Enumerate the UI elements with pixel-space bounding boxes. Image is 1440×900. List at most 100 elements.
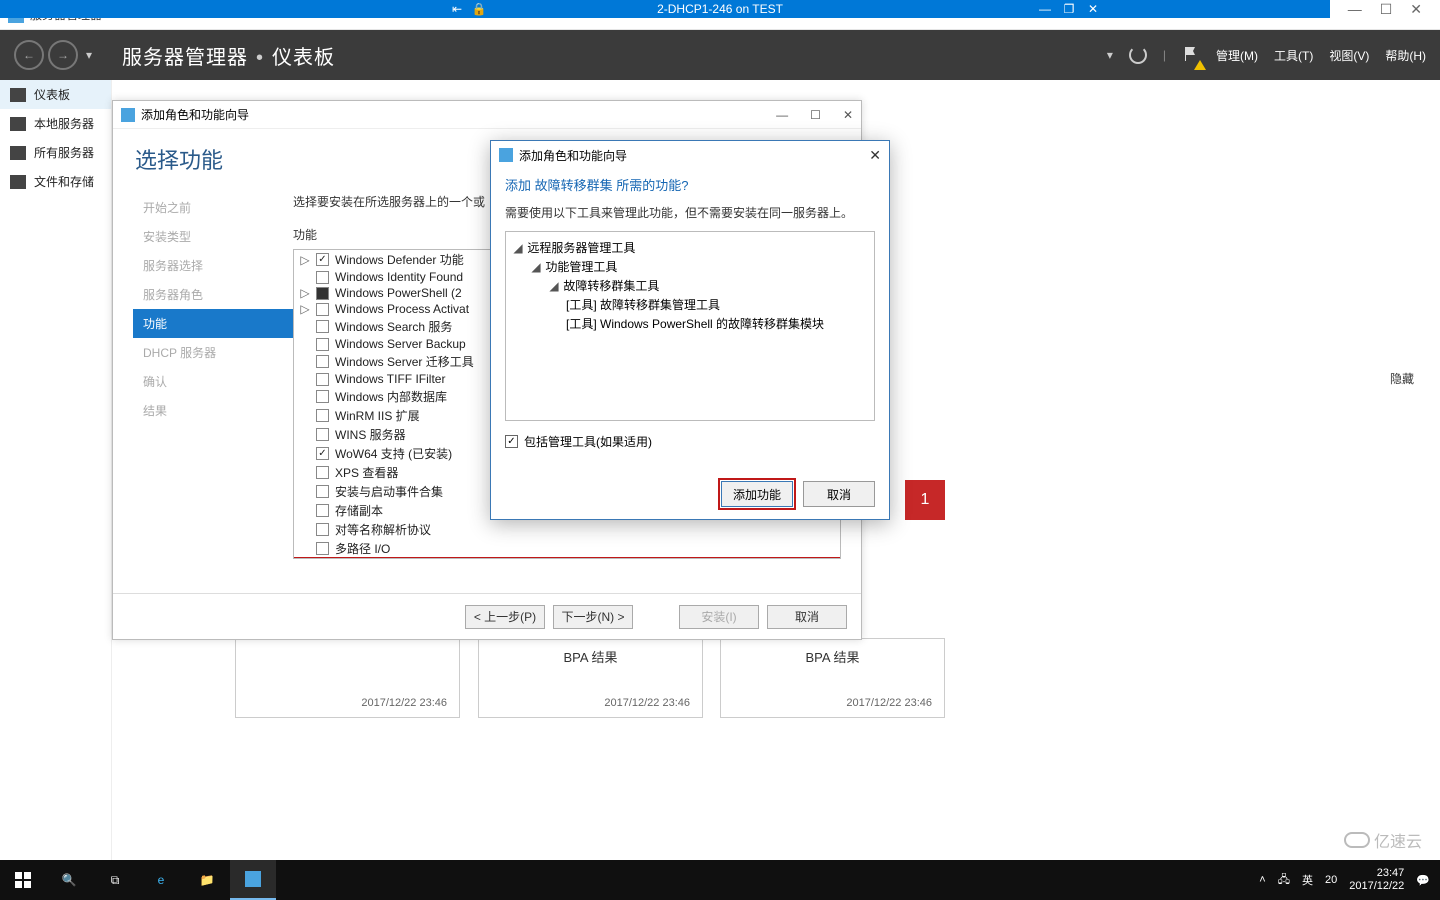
checkbox-icon[interactable]	[316, 390, 329, 403]
ime-lang[interactable]: 英	[1302, 872, 1313, 888]
vm-restore-icon[interactable]: ❐	[1062, 2, 1076, 16]
feature-row[interactable]: 故障转移群集	[294, 558, 840, 559]
checkbox-icon[interactable]	[316, 485, 329, 498]
tree-node[interactable]: ◢ 远程服务器管理工具	[512, 238, 868, 257]
checkbox-icon[interactable]	[316, 428, 329, 441]
tree-node[interactable]: [工具] 故障转移群集管理工具	[512, 295, 868, 314]
wizard-next-button[interactable]: 下一步(N) >	[553, 605, 633, 629]
vm-close-icon[interactable]: ✕	[1086, 2, 1100, 16]
hide-button[interactable]: 隐藏	[1390, 370, 1414, 387]
host-window-controls: — ☐ ✕	[1330, 0, 1440, 18]
expander-icon[interactable]: ▷	[300, 253, 310, 267]
tray-network-icon[interactable]: 🖧	[1278, 871, 1290, 890]
feature-label: WoW64 支持 (已安装)	[335, 445, 452, 462]
wizard-close-icon[interactable]: ✕	[843, 108, 853, 122]
wizard-maximize-icon[interactable]: ☐	[810, 108, 821, 122]
server-icon	[10, 117, 26, 131]
file-explorer-icon[interactable]: 📁	[184, 860, 230, 900]
expander-icon[interactable]: ▷	[300, 302, 310, 316]
checkbox-icon[interactable]	[316, 320, 329, 333]
tree-expander-icon[interactable]: ◢	[530, 260, 542, 274]
feature-label: Windows PowerShell (2	[335, 286, 462, 300]
sidebar-item-dashboard[interactable]: 仪表板	[0, 80, 111, 109]
tree-expander-icon[interactable]: ◢	[548, 279, 560, 293]
tree-expander-icon[interactable]: ◢	[512, 241, 524, 255]
wizard-step[interactable]: 结果	[143, 396, 293, 425]
breadcrumb: 服务器管理器•仪表板	[122, 41, 335, 70]
checkbox-icon[interactable]	[316, 409, 329, 422]
vm-lock-icon[interactable]: 🔒	[472, 2, 486, 16]
taskbar-clock[interactable]: 23:47 2017/12/22	[1349, 867, 1404, 893]
checkbox-icon[interactable]	[316, 355, 329, 368]
wizard-step[interactable]: 服务器角色	[143, 280, 293, 309]
vm-ctrl-alt-del-icon[interactable]: ⇤	[450, 2, 464, 16]
checkbox-icon[interactable]: ✓	[505, 435, 518, 448]
add-required-features-dialog: 添加角色和功能向导 ✕ 添加 故障转移群集 所需的功能? 需要使用以下工具来管理…	[490, 140, 890, 520]
wizard-step[interactable]: 开始之前	[143, 193, 293, 222]
checkbox-icon[interactable]	[316, 338, 329, 351]
host-maximize-icon[interactable]: ☐	[1380, 1, 1393, 18]
header-dropdown-icon[interactable]: ▾	[1107, 48, 1113, 62]
checkbox-icon[interactable]	[316, 542, 329, 555]
tree-node[interactable]: [工具] Windows PowerShell 的故障转移群集模块	[512, 314, 868, 333]
task-view-icon[interactable]: ⧉	[92, 860, 138, 900]
tree-node[interactable]: ◢ 故障转移群集工具	[512, 276, 868, 295]
checkbox-icon[interactable]	[316, 523, 329, 536]
checkbox-icon[interactable]: ■	[316, 287, 329, 300]
expander-icon[interactable]: ▷	[300, 286, 310, 300]
checkbox-icon[interactable]	[316, 271, 329, 284]
dialog-tree: ◢ 远程服务器管理工具◢ 功能管理工具◢ 故障转移群集工具 [工具] 故障转移群…	[505, 231, 875, 421]
wizard-install-button[interactable]: 安装(I)	[679, 605, 759, 629]
wizard-step[interactable]: DHCP 服务器	[143, 338, 293, 367]
refresh-icon[interactable]	[1129, 46, 1147, 64]
dialog-include-management-tools[interactable]: ✓ 包括管理工具(如果适用)	[491, 421, 889, 462]
start-button[interactable]	[0, 860, 46, 900]
dialog-titlebar: 添加角色和功能向导 ✕	[491, 141, 889, 169]
checkbox-icon[interactable]	[316, 504, 329, 517]
feature-row[interactable]: 对等名称解析协议	[294, 520, 840, 539]
notifications-flag-icon[interactable]	[1182, 45, 1200, 66]
wizard-prev-button[interactable]: < 上一步(P)	[465, 605, 545, 629]
nav-forward-icon[interactable]: →	[48, 40, 78, 70]
vm-minimize-icon[interactable]: —	[1038, 2, 1052, 16]
checkbox-icon[interactable]: ✓	[316, 447, 329, 460]
nav-back-icon[interactable]: ←	[14, 40, 44, 70]
server-manager-taskbar-icon[interactable]	[230, 860, 276, 900]
server-manager-header: ← → ▾ 服务器管理器•仪表板 ▾ | 管理(M) 工具(T) 视图(V) 帮…	[0, 30, 1440, 80]
feature-label: 安装与启动事件合集	[335, 483, 443, 500]
checkbox-icon[interactable]: ✓	[316, 253, 329, 266]
tree-node[interactable]: ◢ 功能管理工具	[512, 257, 868, 276]
host-minimize-icon[interactable]: —	[1348, 1, 1362, 17]
search-icon[interactable]: 🔍	[46, 860, 92, 900]
wizard-minimize-icon[interactable]: —	[776, 108, 788, 122]
nav-dropdown-icon[interactable]: ▾	[86, 48, 92, 62]
dialog-desc: 需要使用以下工具来管理此功能，但不需要安装在同一服务器上。	[491, 204, 889, 231]
wizard-step[interactable]: 服务器选择	[143, 251, 293, 280]
host-close-icon[interactable]: ✕	[1410, 1, 1422, 18]
ime-kb[interactable]: 20	[1325, 874, 1337, 886]
feature-row[interactable]: 多路径 I/O	[294, 539, 840, 558]
dialog-cancel-button[interactable]: 取消	[803, 481, 875, 507]
checkbox-icon[interactable]	[316, 373, 329, 386]
wizard-step[interactable]: 安装类型	[143, 222, 293, 251]
ie-icon[interactable]: e	[138, 860, 184, 900]
menu-manage[interactable]: 管理(M)	[1216, 47, 1258, 64]
checkbox-icon[interactable]	[316, 303, 329, 316]
menu-view[interactable]: 视图(V)	[1329, 47, 1369, 64]
tray-up-icon[interactable]: ˄	[1259, 874, 1265, 886]
tray-notifications-icon[interactable]: 💬	[1416, 874, 1430, 887]
menu-help[interactable]: 帮助(H)	[1385, 47, 1426, 64]
sidebar-item-local-server[interactable]: 本地服务器	[0, 109, 111, 138]
dialog-close-icon[interactable]: ✕	[869, 147, 881, 164]
wizard-icon	[121, 108, 135, 122]
sidebar-item-all-servers[interactable]: 所有服务器	[0, 138, 111, 167]
wizard-cancel-button[interactable]: 取消	[767, 605, 847, 629]
wizard-step[interactable]: 功能	[133, 309, 293, 338]
menu-tools[interactable]: 工具(T)	[1274, 47, 1313, 64]
dialog-add-features-button[interactable]: 添加功能	[721, 481, 793, 507]
feature-label: Windows TIFF IFilter	[335, 372, 445, 386]
sidebar-item-file-storage[interactable]: 文件和存储	[0, 167, 111, 196]
tree-label: 远程服务器管理工具	[524, 241, 635, 255]
wizard-step[interactable]: 确认	[143, 367, 293, 396]
checkbox-icon[interactable]	[316, 466, 329, 479]
